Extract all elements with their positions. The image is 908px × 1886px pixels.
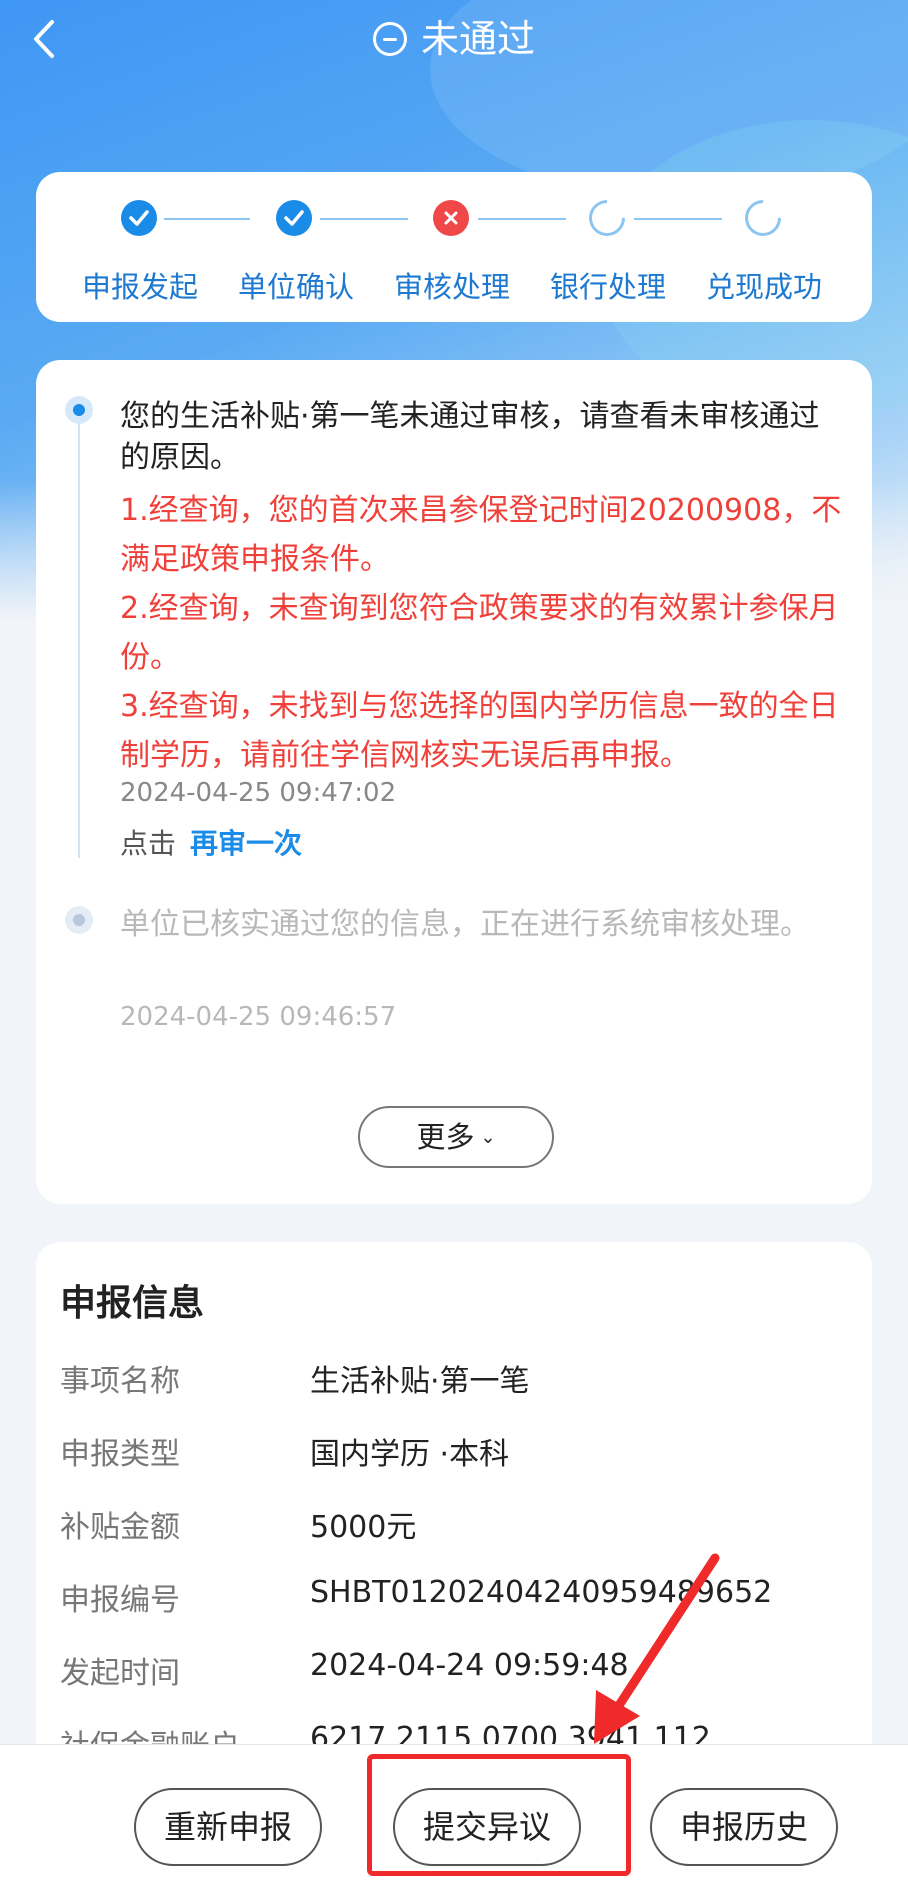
rejection-reason: 1.经查询，您的首次来昌参保登记时间20200908，不满足政策申报条件。 xyxy=(120,493,842,577)
timeline-message: 您的生活补贴·第一笔未通过审核，请查看未审核通过的原因。 xyxy=(120,399,820,475)
section-title: 申报信息 xyxy=(60,1283,205,1324)
info-row: 申报编号 SHBT01202404240959489652 xyxy=(60,1575,773,1618)
annotation-highlight-box xyxy=(367,1754,631,1876)
rejection-reason: 2.经查询，未查询到您符合政策要求的有效累计参保月份。 xyxy=(120,591,839,675)
resubmit-button[interactable]: 重新申报 xyxy=(134,1788,322,1866)
timeline-time: 2024-04-25 09:46:57 xyxy=(120,1002,397,1032)
timeline-dot-active xyxy=(65,396,93,424)
check-icon xyxy=(276,200,312,236)
info-row: 发起时间 2024-04-24 09:59:48 xyxy=(60,1648,629,1691)
check-icon xyxy=(121,200,157,236)
top-bar: 未通过 xyxy=(0,0,908,80)
retry-review-link[interactable]: 再审一次 xyxy=(190,827,302,860)
timeline-dot xyxy=(65,906,93,934)
info-row: 事项名称 生活补贴·第一笔 xyxy=(60,1364,530,1399)
rejection-reason: 3.经查询，未找到与您选择的国内学历信息一致的全日制学历，请前往学信网核实无误后… xyxy=(120,689,839,773)
chevron-down-icon: ⌄ xyxy=(480,1127,496,1148)
step-label: 单位确认 xyxy=(237,270,354,304)
info-row: 补贴金额 5000元 xyxy=(60,1510,417,1545)
page-title: 未通过 xyxy=(0,12,908,66)
history-button[interactable]: 申报历史 xyxy=(650,1788,838,1866)
pending-icon xyxy=(581,192,633,244)
step-label: 审核处理 xyxy=(393,270,510,304)
progress-steps: 申报发起 单位确认 审核处理 银行处理 兑现成功 xyxy=(36,172,872,322)
step-label: 兑现成功 xyxy=(705,270,822,304)
minus-circle-icon xyxy=(372,22,407,56)
info-row: 申报类型 国内学历 ·本科 xyxy=(60,1437,510,1472)
retry-prompt: 点击 再审一次 xyxy=(120,827,303,860)
close-icon xyxy=(433,200,469,236)
timeline-message: 单位已核实通过您的信息，正在进行系统审核处理。 xyxy=(120,907,810,942)
step-label: 银行处理 xyxy=(549,270,666,304)
more-button[interactable]: 更多 ⌄ xyxy=(358,1106,554,1168)
pending-icon xyxy=(737,192,789,244)
status-timeline: 您的生活补贴·第一笔未通过审核，请查看未审核通过的原因。 1.经查询，您的首次来… xyxy=(36,360,872,1204)
timeline-time: 2024-04-25 09:47:02 xyxy=(120,778,397,808)
step-label: 申报发起 xyxy=(81,270,198,304)
